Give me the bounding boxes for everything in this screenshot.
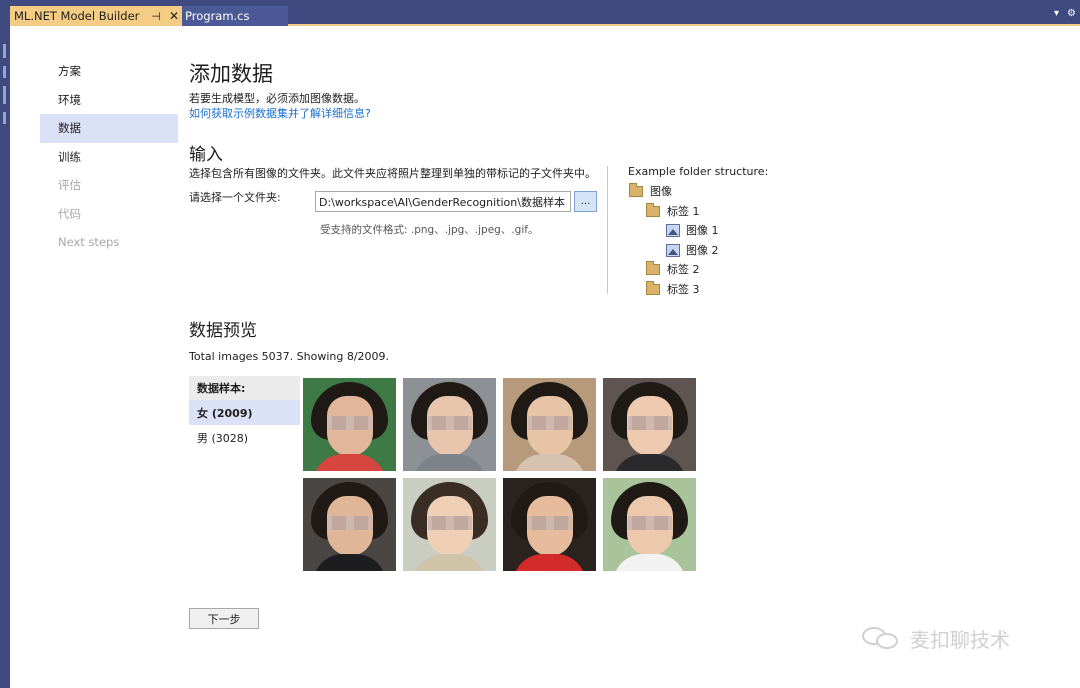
toolbar-marker xyxy=(3,44,6,58)
toolbar-marker xyxy=(3,112,6,124)
toolbar-marker xyxy=(3,66,6,78)
nav-item-environment[interactable]: 环境 xyxy=(40,86,178,115)
input-section-heading: 输入 xyxy=(189,145,223,165)
watermark: 麦扣聊技术 xyxy=(862,624,1010,653)
folder-label: 请选择一个文件夹: xyxy=(189,191,281,204)
tab-program-cs-label: Program.cs xyxy=(185,9,250,23)
folder-icon xyxy=(646,280,660,295)
thumbnail-image[interactable] xyxy=(403,378,496,471)
nav-item-label: 代码 xyxy=(58,206,81,221)
example-structure-title: Example folder structure: xyxy=(628,165,769,178)
tab-program-cs[interactable]: Program.cs xyxy=(182,6,288,26)
folder-icon xyxy=(629,182,643,197)
supported-formats-text: 受支持的文件格式: .png、.jpg、.jpeg、.gif。 xyxy=(320,224,539,236)
browse-folder-button[interactable]: ... xyxy=(574,191,597,212)
label-item-female[interactable]: 女 (2009) xyxy=(189,400,300,425)
tree-node-label-1: 标签 1 xyxy=(646,202,700,219)
toolbar-marker xyxy=(3,86,6,104)
tree-node-label: 图像 1 xyxy=(686,224,719,237)
page-title: 添加数据 xyxy=(189,62,273,86)
nav-item-next-steps: Next steps xyxy=(40,228,178,257)
nav-item-evaluate: 评估 xyxy=(40,171,178,200)
label-item-text: 男 (3028) xyxy=(197,431,249,445)
pin-icon[interactable]: ⊣ xyxy=(151,10,161,23)
tree-node-label: 标签 2 xyxy=(667,263,700,276)
nav-item-train[interactable]: 训练 xyxy=(40,143,178,172)
tree-node-label: 标签 3 xyxy=(667,283,700,296)
thumbnail-image[interactable] xyxy=(303,378,396,471)
thumbnail-image[interactable] xyxy=(603,378,696,471)
label-item-text: 女 (2009) xyxy=(197,406,253,420)
tree-node-label: 图像 2 xyxy=(686,244,719,257)
preview-total-text: Total images 5037. Showing 8/2009. xyxy=(189,350,390,363)
tree-node-images-root: 图像 xyxy=(629,182,672,199)
tree-node-label: 标签 1 xyxy=(667,205,700,218)
nav-item-label: 数据 xyxy=(58,121,81,136)
tree-node-label: 图像 xyxy=(650,185,672,198)
wechat-icon xyxy=(862,625,902,653)
section-divider xyxy=(607,166,608,294)
tree-node-label-3: 标签 3 xyxy=(646,280,700,297)
tree-node-image-1: 图像 1 xyxy=(666,222,719,238)
close-icon[interactable]: ✕ xyxy=(169,9,179,23)
tab-model-builder-label: ML.NET Model Builder xyxy=(14,9,140,23)
folder-path-input[interactable] xyxy=(315,191,571,212)
label-item-male[interactable]: 男 (3028) xyxy=(189,425,300,450)
preview-section-heading: 数据预览 xyxy=(189,321,257,341)
thumbnail-image[interactable] xyxy=(503,378,596,471)
tree-node-label-2: 标签 2 xyxy=(646,260,700,277)
tab-model-builder[interactable]: ML.NET Model Builder ⊣ ✕ xyxy=(10,6,182,26)
document-tab-bar: ML.NET Model Builder ⊣ ✕ Program.cs ▾ ⚙ xyxy=(10,0,1080,26)
page-subtitle: 若要生成模型，必须添加图像数据。 xyxy=(189,92,365,105)
next-step-button[interactable]: 下一步 xyxy=(189,608,259,629)
label-list: 数据样本: 女 (2009) 男 (3028) xyxy=(189,376,300,450)
thumbnail-image[interactable] xyxy=(603,478,696,571)
watermark-text: 麦扣聊技术 xyxy=(910,628,1010,652)
help-link[interactable]: 如何获取示例数据集并了解详细信息? xyxy=(189,105,371,121)
ide-left-toolbar-strip xyxy=(0,0,10,688)
nav-item-scenario[interactable]: 方案 xyxy=(40,57,178,86)
image-icon xyxy=(666,223,680,237)
nav-item-label: 方案 xyxy=(58,64,81,79)
nav-item-code: 代码 xyxy=(40,200,178,229)
settings-icon[interactable]: ⚙ xyxy=(1067,8,1076,19)
folder-icon xyxy=(646,260,660,275)
thumbnail-image[interactable] xyxy=(403,478,496,571)
tree-node-image-2: 图像 2 xyxy=(666,242,719,258)
input-description: 选择包含所有图像的文件夹。此文件夹应将照片整理到单独的带标记的子文件夹中。 xyxy=(189,167,596,180)
thumbnail-image[interactable] xyxy=(503,478,596,571)
nav-item-label: Next steps xyxy=(58,235,120,250)
tab-tools: ▾ ⚙ xyxy=(1054,8,1076,19)
thumbnail-image[interactable] xyxy=(303,478,396,571)
nav-item-label: 环境 xyxy=(58,92,81,107)
tab-dropdown-icon[interactable]: ▾ xyxy=(1054,8,1059,19)
nav-item-label: 训练 xyxy=(58,149,81,164)
nav-item-label: 评估 xyxy=(58,178,81,193)
nav-item-data[interactable]: 数据 xyxy=(40,114,178,143)
folder-icon xyxy=(646,202,660,217)
label-list-header: 数据样本: xyxy=(189,376,300,400)
wizard-step-nav: 方案 环境 数据 训练 评估 代码 Next steps xyxy=(40,57,178,257)
image-icon xyxy=(666,243,680,257)
